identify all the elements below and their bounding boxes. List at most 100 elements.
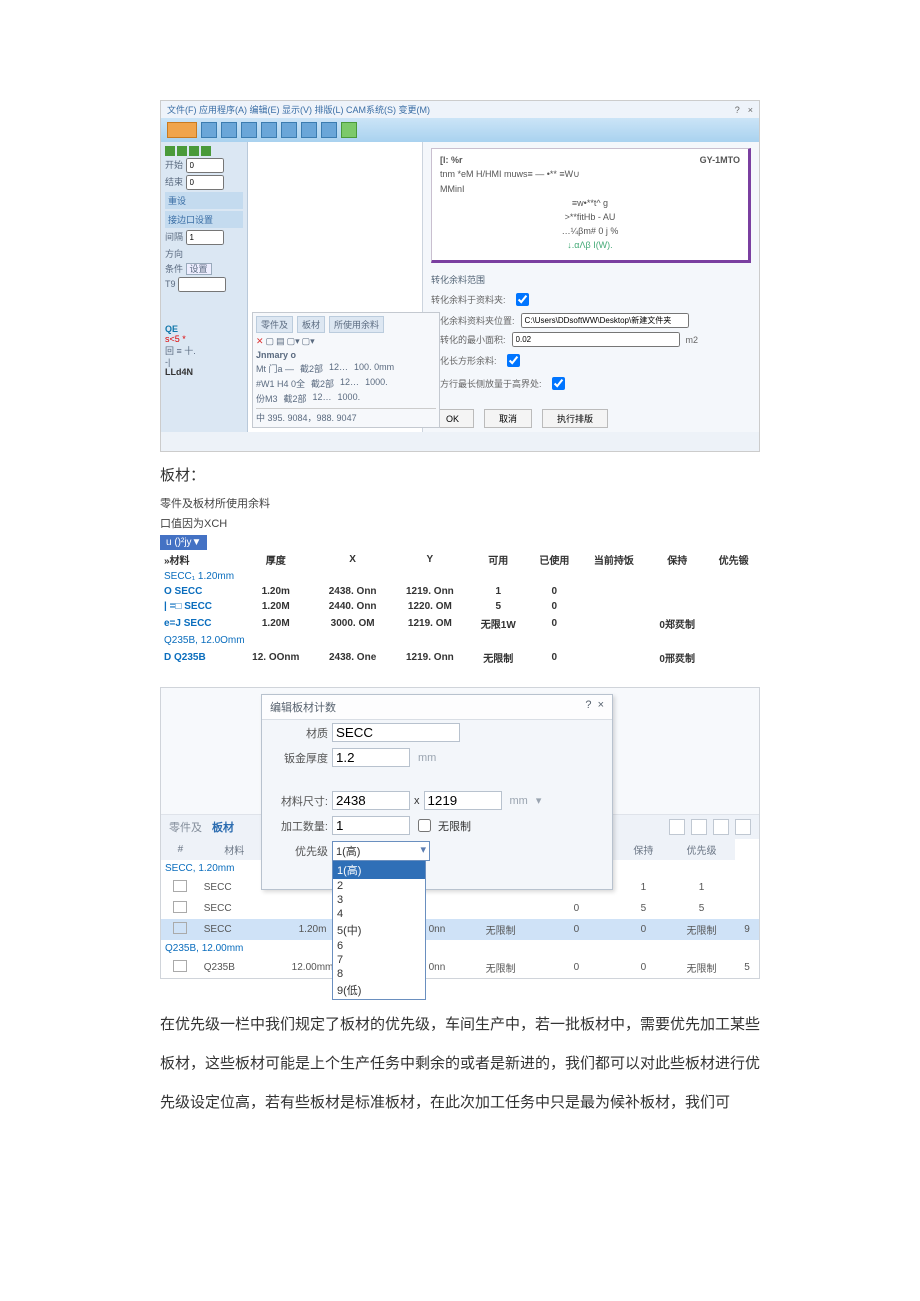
mini-icon[interactable]: [201, 146, 211, 156]
row-icon: [173, 922, 187, 934]
toolbar-icon[interactable]: [691, 819, 707, 835]
reset-button[interactable]: 重设: [165, 192, 243, 209]
gap-input[interactable]: [186, 230, 224, 245]
tool-7[interactable]: [321, 122, 337, 138]
toolbar-icon[interactable]: [735, 819, 751, 835]
priority-option[interactable]: 6: [333, 939, 425, 953]
cell: 2440. Onn: [314, 599, 391, 614]
table-row[interactable]: SECC055: [161, 898, 759, 919]
tool-4[interactable]: [261, 122, 277, 138]
cell: [581, 599, 647, 614]
canvas-area: 零件及 板材 所使用余料 ✕ ▢ ▤ ▢▾ ▢▾ Jnmary o Mt 门a: [248, 142, 422, 432]
gap-label: 间隔: [165, 232, 183, 242]
dropdown-icon[interactable]: ▾: [536, 794, 542, 807]
tool-green[interactable]: [341, 122, 357, 138]
cell: [161, 898, 200, 919]
cancel-button[interactable]: 取消: [484, 409, 532, 428]
priority-option[interactable]: 7: [333, 953, 425, 967]
panel-icon[interactable]: ✕: [256, 336, 264, 347]
th: 优先级: [668, 839, 735, 860]
th-cur: 当前持饭: [581, 550, 647, 569]
tool-2[interactable]: [221, 122, 237, 138]
table-row[interactable]: Q235B12.00mm219. 0nn无限制00无限制5: [161, 957, 759, 978]
panel-icon[interactable]: ▢▾: [302, 336, 315, 347]
priority-option[interactable]: 4: [333, 907, 425, 921]
size-w-input[interactable]: [332, 791, 410, 810]
mini-icon[interactable]: [189, 146, 199, 156]
toolbar-icon[interactable]: [713, 819, 729, 835]
thk-input[interactable]: [332, 748, 410, 767]
table-row[interactable]: D Q235B 12. OOnm2438. One1219. Onn无限制00邢…: [160, 648, 760, 667]
menu-bar[interactable]: 文件(F) 应用程序(A) 编辑(E) 显示(V) 排版(L) CAM系统(S)…: [161, 101, 759, 118]
priority-dropdown[interactable]: 1(高)2345(中)6789(低): [332, 860, 426, 1000]
form-r1-check[interactable]: [516, 293, 529, 306]
t9-input[interactable]: [178, 277, 226, 292]
start-input[interactable]: [186, 158, 224, 173]
help-icon[interactable]: ?: [585, 699, 591, 711]
cond-label: 条件: [165, 264, 183, 274]
priority-option[interactable]: 8: [333, 967, 425, 981]
row-v: 1000.: [365, 377, 388, 390]
tab-parts[interactable]: 零件及: [169, 819, 202, 835]
close-icon[interactable]: ×: [748, 105, 753, 115]
mini-icon[interactable]: [165, 146, 175, 156]
close-icon[interactable]: ×: [598, 699, 604, 711]
mini-icons: [165, 146, 243, 156]
tab-parts[interactable]: 零件及: [256, 316, 293, 333]
tool-6[interactable]: [301, 122, 317, 138]
panel-icon[interactable]: ▢▾: [287, 336, 300, 347]
tool-1[interactable]: [201, 122, 217, 138]
panel-icon[interactable]: ▤: [276, 336, 285, 347]
tab-sheet[interactable]: 板材: [212, 819, 234, 835]
remnant-form: 转化余料范围 转化余料于资料夹: 转化余料资料夹位置: 可转化的最小面积: m2: [431, 273, 751, 428]
priority-select[interactable]: 1(高) ▾ 1(高)2345(中)6789(低): [332, 841, 430, 861]
table-row[interactable]: e=J SECC1.20M3000. OM1219. OM无限1W00郑烎制: [160, 614, 760, 633]
filter-bar[interactable]: u ()²jy▼: [160, 535, 207, 550]
cell: 0: [619, 919, 668, 940]
priority-option[interactable]: 5(中): [333, 921, 425, 939]
priority-option[interactable]: 2: [333, 879, 425, 893]
cell: 0: [619, 957, 668, 978]
help-icon[interactable]: ?: [735, 105, 740, 115]
tab-sheet[interactable]: 板材: [297, 316, 325, 333]
cond-button[interactable]: 设置: [186, 263, 212, 275]
cell: 无限1W: [469, 614, 529, 633]
form-r3-input[interactable]: [512, 332, 680, 347]
qty-label: 加工数量:: [272, 818, 328, 834]
unlimited-label: 无限制: [438, 818, 471, 834]
qty-input[interactable]: [332, 816, 410, 835]
gy-hdr-l: [l: %r: [440, 155, 463, 165]
group-row[interactable]: Q235B, 12.0Omm: [160, 633, 760, 648]
size-h-input[interactable]: [424, 791, 502, 810]
priority-option[interactable]: 9(低): [333, 981, 425, 999]
end-input[interactable]: [186, 175, 224, 190]
priority-option[interactable]: 3: [333, 893, 425, 907]
form-r4-check[interactable]: [507, 354, 520, 367]
gy-hdr-r: GY-1MTO: [700, 155, 740, 165]
mat-input[interactable]: [332, 723, 460, 742]
priority-option[interactable]: 1(高): [333, 861, 425, 879]
toolbar-icon[interactable]: [669, 819, 685, 835]
gy-ln: ↓.αΛβ I(W).: [440, 240, 740, 250]
cell: 0: [528, 584, 581, 599]
execute-button[interactable]: 执行排版: [542, 409, 608, 428]
th: #: [161, 839, 200, 860]
form-r2-input[interactable]: [521, 313, 689, 328]
start-label: 开始: [165, 160, 183, 170]
tab-remnant[interactable]: 所使用余料: [329, 316, 384, 333]
table-row[interactable]: SECC1.20m219. 0nn无限制00无限制9: [161, 919, 759, 940]
table-row[interactable]: O SECC1.20m2438. Onn1219. Onn10: [160, 584, 760, 599]
th-mat: »材料: [160, 550, 238, 569]
group-row[interactable]: SECC₁ 1.20mm: [160, 569, 760, 584]
tool-5[interactable]: [281, 122, 297, 138]
size-sep: x: [414, 795, 420, 807]
table-row[interactable]: | =□ SECC1.20M2440. Onn1220. OM50: [160, 599, 760, 614]
mini-icon[interactable]: [177, 146, 187, 156]
tool-orange[interactable]: [167, 122, 197, 138]
form-r5-check[interactable]: [552, 377, 565, 390]
panel-icon[interactable]: ▢: [266, 336, 275, 347]
tool-3[interactable]: [241, 122, 257, 138]
unlimited-check[interactable]: [418, 819, 431, 832]
group-row[interactable]: Q235B, 12.00mm: [161, 940, 735, 957]
th-avail: 可用: [469, 550, 529, 569]
